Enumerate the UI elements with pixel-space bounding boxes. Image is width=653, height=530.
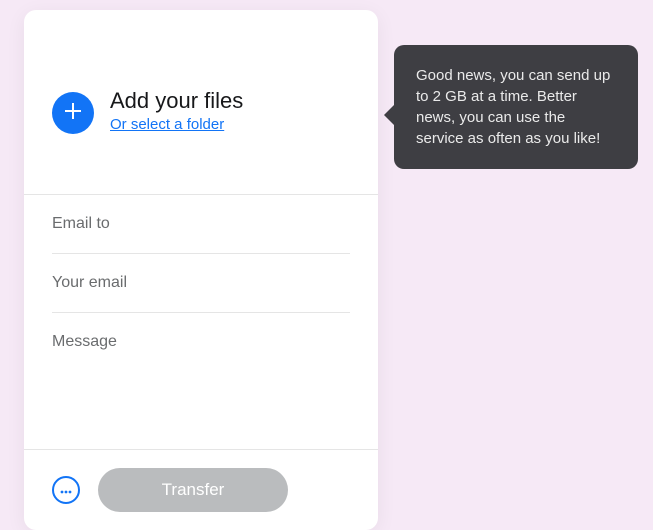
plus-icon xyxy=(65,103,81,124)
info-tooltip: Good news, you can send up to 2 GB at a … xyxy=(394,45,638,169)
upload-section: Add your files Or select a folder xyxy=(24,10,378,194)
transfer-button[interactable]: Transfer xyxy=(98,468,288,512)
select-folder-link[interactable]: Or select a folder xyxy=(110,116,224,133)
email-to-field xyxy=(52,195,350,254)
add-files-heading: Add your files xyxy=(110,88,243,114)
form-fields xyxy=(24,195,378,449)
transfer-card: Add your files Or select a folder Transf… xyxy=(24,10,378,530)
message-field xyxy=(52,313,350,402)
message-input[interactable] xyxy=(52,333,350,357)
email-to-input[interactable] xyxy=(52,215,350,233)
upload-text: Add your files Or select a folder xyxy=(110,88,243,134)
your-email-field xyxy=(52,254,350,313)
add-files-button[interactable] xyxy=(52,92,94,134)
more-icon xyxy=(60,481,72,499)
tooltip-text: Good news, you can send up to 2 GB at a … xyxy=(416,67,610,147)
card-footer: Transfer xyxy=(24,449,378,530)
your-email-input[interactable] xyxy=(52,274,350,292)
